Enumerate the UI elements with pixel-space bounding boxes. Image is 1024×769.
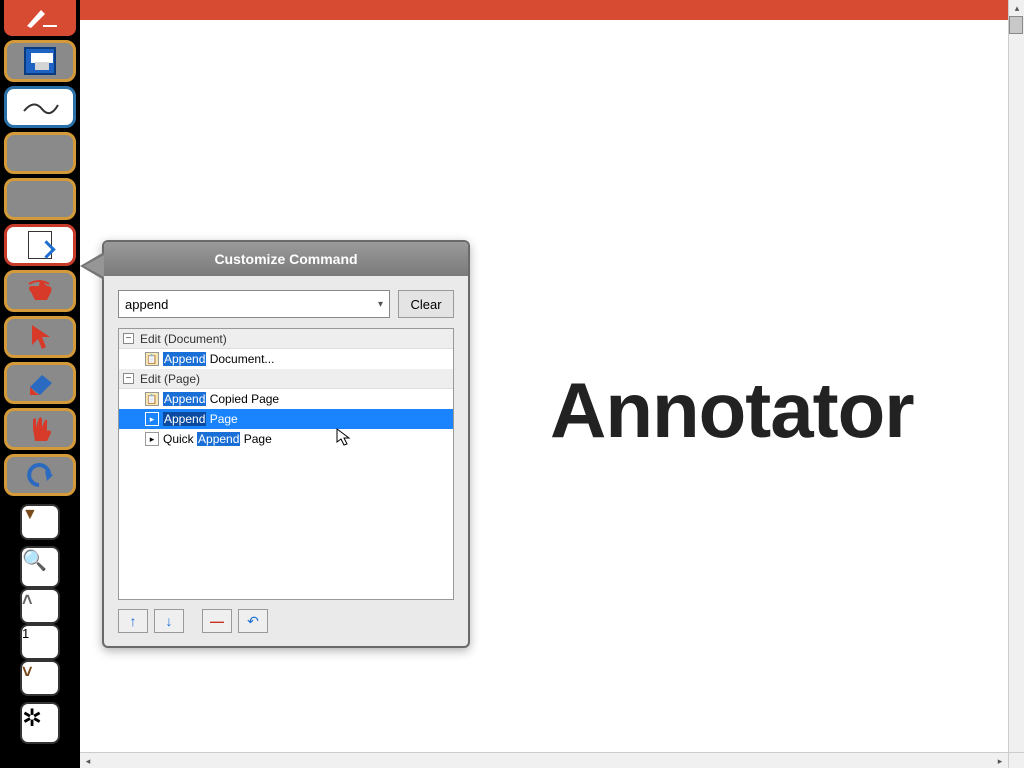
prev-page-button[interactable]: ˄ — [20, 588, 60, 624]
command-search-input[interactable] — [125, 297, 378, 312]
item-post: Page — [206, 412, 237, 426]
item-pre: Quick — [163, 432, 197, 446]
chevron-down-icon: ▼ — [22, 506, 38, 523]
hand-swipe-icon — [25, 278, 55, 304]
popup-title: Customize Command — [104, 242, 468, 276]
hand-stop-icon — [27, 415, 53, 443]
pointer-icon — [28, 323, 52, 351]
gear-icon: ✲ — [22, 705, 42, 732]
mouse-cursor-icon — [336, 428, 352, 448]
pointer-tool-button[interactable] — [4, 316, 76, 358]
pen-logo-icon — [23, 6, 57, 30]
scroll-right-arrow[interactable]: ▸ — [992, 753, 1008, 769]
page-icon: ▸ — [145, 412, 159, 426]
page-icon: ▸ — [145, 432, 159, 446]
arrow-up-icon: ↑ — [130, 613, 137, 629]
tree-item-append-copied-page[interactable]: 📋 Append Copied Page — [119, 389, 453, 409]
collapse-icon[interactable]: − — [123, 333, 134, 344]
remove-button[interactable]: — — [202, 609, 232, 633]
move-down-button[interactable]: ↓ — [154, 609, 184, 633]
tree-group-edit-document[interactable]: − Edit (Document) — [119, 329, 453, 349]
popup-pointer — [84, 255, 104, 277]
vertical-scrollbar[interactable]: ▴ — [1008, 0, 1024, 752]
scroll-down-button[interactable]: ▼ — [20, 504, 60, 540]
magnifier-icon: 🔍 — [22, 550, 47, 572]
search-dropdown-icon[interactable]: ▾ — [378, 299, 383, 310]
item-match: Append — [163, 392, 206, 406]
undo-icon: ↶ — [247, 613, 259, 630]
item-match: Append — [197, 432, 240, 446]
tree-item-append-page[interactable]: ▸ Append Page — [119, 409, 453, 429]
group-label: Edit (Document) — [140, 332, 227, 346]
item-match: Append — [163, 412, 206, 426]
tree-group-edit-page[interactable]: − Edit (Page) — [119, 369, 453, 389]
command-tree[interactable]: − Edit (Document) 📋 Append Document... −… — [118, 328, 454, 600]
move-up-button[interactable]: ↑ — [118, 609, 148, 633]
eraser-tool-button[interactable] — [4, 362, 76, 404]
left-toolbar: ▼ 🔍 ˄ 1 ˅ ✲ — [0, 0, 80, 768]
tree-item-append-document[interactable]: 📋 Append Document... — [119, 349, 453, 369]
undo-icon — [25, 463, 55, 487]
scroll-corner — [1008, 752, 1024, 768]
page-number-label: 1 — [22, 626, 29, 641]
chevron-down-icon: ˅ — [22, 662, 33, 682]
reset-button[interactable]: ↶ — [238, 609, 268, 633]
scroll-left-arrow[interactable]: ◂ — [80, 753, 96, 769]
tree-item-quick-append-page[interactable]: ▸ Quick Append Page — [119, 429, 453, 449]
page-title: Annotator — [550, 365, 914, 456]
wave-icon — [20, 97, 60, 117]
item-match: Append — [163, 352, 206, 366]
zoom-button[interactable]: 🔍 — [20, 546, 60, 588]
title-bar — [80, 0, 1008, 20]
page-append-icon — [28, 231, 52, 259]
horizontal-scrollbar[interactable]: ◂ ▸ — [80, 752, 1008, 768]
command-search-field[interactable]: ▾ — [118, 290, 390, 318]
customize-command-popup: Customize Command ▾ Clear − Edit (Docume… — [102, 240, 470, 648]
hand-swipe-button[interactable] — [4, 270, 76, 312]
app-logo-button[interactable] — [4, 0, 76, 36]
hand-stop-button[interactable] — [4, 408, 76, 450]
next-page-button[interactable]: ˅ — [20, 660, 60, 696]
freehand-tool-button[interactable] — [4, 86, 76, 128]
save-button[interactable] — [4, 40, 76, 82]
group-label: Edit (Page) — [140, 372, 200, 386]
scroll-thumb[interactable] — [1009, 16, 1023, 34]
item-post: Document... — [206, 352, 274, 366]
clear-button[interactable]: Clear — [398, 290, 454, 318]
save-icon — [24, 47, 56, 75]
append-page-tool-button[interactable] — [4, 224, 76, 266]
popup-footer: ↑ ↓ — ↶ — [118, 600, 454, 632]
undo-button[interactable] — [4, 454, 76, 496]
settings-button[interactable]: ✲ — [20, 702, 60, 744]
scroll-up-arrow[interactable]: ▴ — [1009, 0, 1024, 16]
collapse-icon[interactable]: − — [123, 373, 134, 384]
item-post: Copied Page — [206, 392, 279, 406]
paste-icon: 📋 — [145, 352, 159, 366]
chevron-up-icon: ˄ — [22, 590, 33, 610]
item-post: Page — [240, 432, 271, 446]
eraser-icon — [24, 371, 56, 395]
tool-slot-a-button[interactable] — [4, 132, 76, 174]
tool-slot-b-button[interactable] — [4, 178, 76, 220]
arrow-down-icon: ↓ — [166, 613, 173, 629]
minus-icon: — — [210, 613, 224, 629]
paste-icon: 📋 — [145, 392, 159, 406]
page-number-display[interactable]: 1 — [20, 624, 60, 660]
